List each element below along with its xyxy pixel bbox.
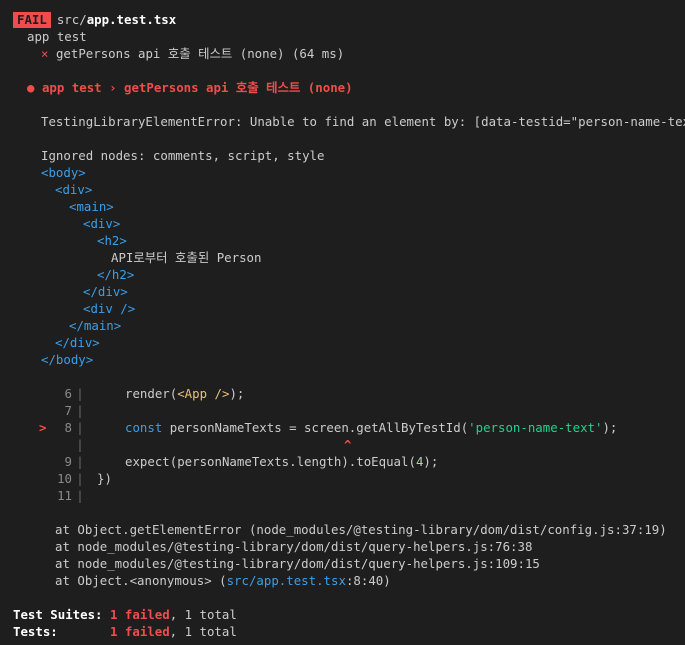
summary-suites-total: , 1 total [169, 607, 237, 622]
error-message: TestingLibraryElementError: Unable to fi… [41, 114, 685, 129]
dom-h2-open: <h2> [97, 233, 127, 248]
error-line-marker-icon: > [39, 420, 47, 435]
result-header: FAIL src/app.test.tsx [0, 11, 685, 28]
gutter-bar: | [76, 386, 84, 401]
line-number: 10 [57, 471, 72, 486]
gutter-bar: | [76, 454, 84, 469]
code-line: 10 |}) [0, 470, 685, 487]
code-text: }) [97, 471, 112, 486]
dom-div2-open: <div> [83, 216, 121, 231]
line-number: 7 [64, 403, 72, 418]
test-result-text: getPersons api 호출 테스트 (none) (64 ms) [55, 46, 345, 61]
gutter-bar: | [76, 471, 84, 486]
code-line: 11 | [0, 487, 685, 504]
code-line-highlighted: >8 | const personNameTexts = screen.getAll… [0, 419, 685, 436]
stack-frame: at Object.<anonymous> (src/app.test.tsx:… [0, 572, 685, 589]
dom-div-close: </div> [55, 335, 100, 350]
summary-suites: Test Suites: 1 failed, 1 total [0, 606, 685, 623]
code-line: 9 | expect(personNameTexts.length).toEqual… [0, 453, 685, 470]
summary-tests-label: Tests: [13, 624, 58, 639]
stack-frame: at node_modules/@testing-library/dom/dis… [55, 556, 540, 571]
summary-suites-label: Test Suites: [13, 607, 103, 622]
code-text: personNameTexts = screen.getAllByTestId( [162, 420, 469, 435]
line-number: 6 [64, 386, 72, 401]
stack-frame: at node_modules/@testing-library/dom/dis… [55, 539, 533, 554]
gutter-bar: | [76, 403, 84, 418]
stack-frame: at Object.getElementError (node_modules/… [55, 522, 667, 537]
summary-suites-failed: 1 failed [110, 607, 170, 622]
dom-div2-close: </div> [83, 284, 128, 299]
caret-line: | ^ [0, 436, 685, 453]
stack-frame-link[interactable]: src/app.test.tsx [227, 573, 346, 588]
test-file-dir: src/ [56, 12, 87, 27]
code-text: ); [423, 454, 439, 469]
code-text: render( [125, 386, 178, 401]
code-jsx: <App /> [177, 386, 230, 401]
terminal-output: FAIL src/app.test.tsx app test × getPerso… [0, 0, 685, 645]
dom-body-open: <body> [41, 165, 86, 180]
summary-tests-total: , 1 total [169, 624, 237, 639]
stack-frame-text: at Object.<anonymous> ( [55, 573, 227, 588]
code-keyword: const [125, 420, 163, 435]
summary-tests: Tests: 1 failed, 1 total [0, 623, 685, 640]
line-number: 8 [64, 420, 72, 435]
dom-main-close: </main> [69, 318, 122, 333]
dom-h2-close: </h2> [97, 267, 135, 282]
line-number: 9 [64, 454, 72, 469]
code-line: 6 | render(<App />); [0, 385, 685, 402]
gutter-bar: | [76, 437, 84, 452]
gutter-bar: | [76, 488, 84, 503]
gutter-bar: | [76, 420, 84, 435]
test-file-name: app.test.tsx [86, 12, 177, 27]
code-text: ); [602, 420, 618, 435]
code-text: ); [229, 386, 245, 401]
failure-bullet-icon: ● [27, 80, 35, 95]
suite-name: app test [27, 29, 87, 44]
code-string: 'person-name-text' [468, 420, 603, 435]
failure-title: ● app test › getPersons api 호출 테스트 (none… [0, 79, 685, 96]
dom-div-open: <div> [55, 182, 93, 197]
dom-body-close: </body> [41, 352, 94, 367]
line-number: 11 [57, 488, 72, 503]
code-text: expect(personNameTexts.length).toEqual( [125, 454, 416, 469]
fail-cross-icon: × [41, 46, 49, 61]
caret-marker-icon: ^ [344, 437, 352, 452]
summary-tests-failed: 1 failed [109, 624, 170, 639]
stack-frame-text: :8:40) [345, 573, 391, 588]
dom-main-open: <main> [69, 199, 114, 214]
ignored-nodes: Ignored nodes: comments, script, style [41, 148, 325, 163]
code-line: 7 | [0, 402, 685, 419]
dom-div-empty: <div /> [83, 301, 136, 316]
fail-badge: FAIL [13, 12, 51, 28]
failure-title-text: app test › getPersons api 호출 테스트 (none) [41, 80, 353, 95]
test-result-line: × getPersons api 호출 테스트 (none) (64 ms) [0, 45, 685, 62]
dom-h2-text: API로부터 호출된 Person [111, 250, 262, 265]
